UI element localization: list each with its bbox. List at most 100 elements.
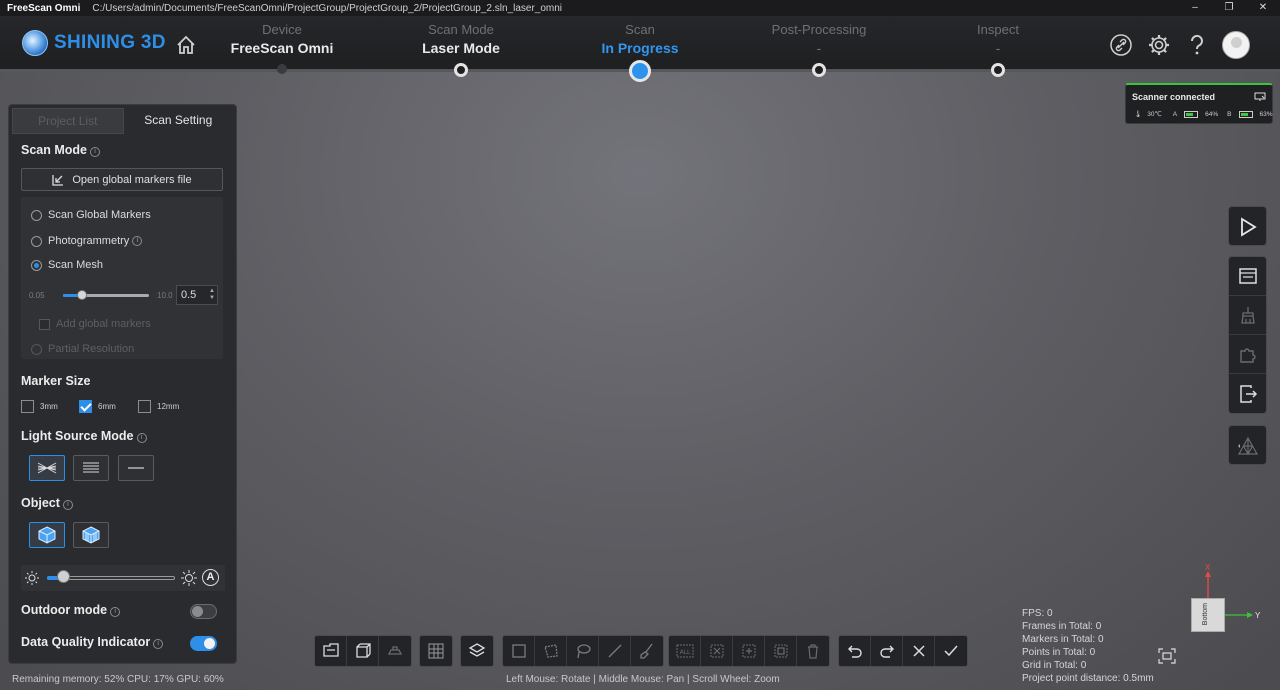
info-icon[interactable]: i xyxy=(62,500,73,510)
fit-screen-icon xyxy=(1158,648,1176,664)
resolution-input[interactable]: 0.5 ▲ ▼ xyxy=(176,285,218,305)
battery-a-icon xyxy=(1184,110,1199,118)
deselect-button[interactable] xyxy=(701,636,733,666)
open-file-button[interactable] xyxy=(315,636,347,666)
scan-window-button[interactable] xyxy=(1229,257,1266,296)
polygon-select-button[interactable] xyxy=(535,636,567,666)
lasso-select-button[interactable] xyxy=(567,636,599,666)
user-avatar[interactable] xyxy=(1222,31,1250,59)
restore-button[interactable]: ❐ xyxy=(1212,0,1246,16)
connected-select-button[interactable] xyxy=(765,636,797,666)
scanner-status-card: Scanner connected 🌡 30℃ A 64% B 63% xyxy=(1125,83,1273,124)
select-all-button[interactable]: ALL xyxy=(669,636,701,666)
radio-scan-global-markers[interactable]: Scan Global Markers xyxy=(31,209,151,221)
bottom-grid-tools xyxy=(419,635,453,667)
add-global-markers-checkbox[interactable]: Add global markers xyxy=(39,318,151,330)
marker-size-3mm-checkbox[interactable]: 3mm xyxy=(21,400,58,413)
light-parallel-lines-button[interactable] xyxy=(73,455,109,481)
help-icon[interactable] xyxy=(1184,32,1210,58)
cancel-button[interactable] xyxy=(903,636,935,666)
close-button[interactable]: ✕ xyxy=(1246,0,1280,16)
turntable-button[interactable] xyxy=(379,636,411,666)
data-quality-label: Data Quality Indicator xyxy=(21,635,151,649)
plugin-button[interactable] xyxy=(1229,335,1266,374)
confirm-button[interactable] xyxy=(935,636,967,666)
bottom-layer-tools xyxy=(460,635,494,667)
checkbox-box-checked xyxy=(79,400,92,413)
radio-scan-mesh[interactable]: Scan Mesh xyxy=(31,259,103,271)
brush-select-button[interactable] xyxy=(631,636,663,666)
marker-size-heading: Marker Size xyxy=(21,374,91,388)
axis-x-label: X xyxy=(1205,563,1211,572)
outdoor-mode-toggle[interactable] xyxy=(190,604,217,619)
resolution-value: 0.5 xyxy=(181,289,197,301)
marker-size-12mm-checkbox[interactable]: 12mm xyxy=(138,400,179,413)
auto-brightness-button[interactable]: A xyxy=(202,569,219,586)
minimize-button[interactable]: – xyxy=(1178,0,1212,16)
line-icon xyxy=(608,644,621,658)
radio-photogrammetry[interactable]: Photogrammetry i xyxy=(31,235,143,247)
undo-button[interactable] xyxy=(839,636,871,666)
light-cross-lines-button[interactable] xyxy=(29,455,65,481)
object-reflective-button[interactable] xyxy=(73,522,109,548)
panel-tabs: Project List Scan Setting xyxy=(12,108,233,134)
marker-size-6mm-checkbox[interactable]: 6mm xyxy=(79,400,116,413)
light-single-line-button[interactable] xyxy=(118,455,154,481)
mesh-view-button[interactable] xyxy=(1229,426,1266,465)
tab-project-list[interactable]: Project List xyxy=(12,108,124,134)
step-scan-value: In Progress xyxy=(601,40,679,56)
clean-button[interactable] xyxy=(1229,296,1266,335)
trash-icon xyxy=(808,644,818,659)
scan-tools-toolbar xyxy=(1228,256,1267,414)
radio-partial-resolution[interactable]: Partial Resolution xyxy=(31,343,134,355)
home-icon[interactable] xyxy=(175,34,197,56)
lasso-icon xyxy=(576,644,591,659)
window-app-name: FreeScan Omni xyxy=(7,2,81,14)
brightness-slider-handle[interactable] xyxy=(57,570,70,583)
play-button[interactable] xyxy=(1229,207,1266,246)
step-inspect[interactable]: Inspect - xyxy=(918,22,1078,56)
light-source-heading: Light Source Mode i xyxy=(21,429,147,443)
view-cube[interactable]: Bottom xyxy=(1191,598,1225,632)
step-scan[interactable]: Scan In Progress xyxy=(560,22,720,56)
gear-icon[interactable] xyxy=(1146,32,1172,58)
view-toolbar xyxy=(1228,425,1267,465)
fit-view-button[interactable] xyxy=(1158,648,1176,664)
info-icon[interactable]: i xyxy=(132,236,143,246)
frames-stat: Frames in Total: 0 xyxy=(1022,621,1102,632)
brand-logo: SHINING 3D xyxy=(22,30,166,56)
delete-selection-button[interactable] xyxy=(797,636,829,666)
step-inspect-marker xyxy=(991,63,1005,77)
scanner-device-icon[interactable] xyxy=(1254,92,1266,102)
info-icon[interactable]: i xyxy=(110,607,121,617)
open-global-markers-button[interactable]: Open global markers file xyxy=(21,168,223,191)
info-icon[interactable]: i xyxy=(153,639,164,649)
fps-stat: FPS: 0 xyxy=(1022,608,1053,619)
invert-selection-button[interactable] xyxy=(733,636,765,666)
step-device[interactable]: Device FreeScan Omni xyxy=(202,22,362,56)
bounding-box-button[interactable] xyxy=(347,636,379,666)
line-select-button[interactable] xyxy=(599,636,631,666)
info-icon[interactable]: i xyxy=(136,433,147,443)
info-icon[interactable]: i xyxy=(90,147,100,157)
object-normal-button[interactable] xyxy=(29,522,65,548)
step-post-processing[interactable]: Post-Processing - xyxy=(739,22,899,56)
export-button[interactable] xyxy=(1229,374,1266,413)
resolution-slider-handle[interactable] xyxy=(77,290,87,300)
step-device-title: Device xyxy=(262,22,302,37)
step-scan-mode[interactable]: Scan Mode Laser Mode xyxy=(381,22,541,56)
grid-button[interactable] xyxy=(420,636,452,666)
invert-selection-icon xyxy=(742,644,755,658)
layers-button[interactable] xyxy=(461,636,493,666)
toggle-knob xyxy=(192,606,203,617)
rect-select-button[interactable] xyxy=(503,636,535,666)
step-post-processing-marker xyxy=(812,63,826,77)
tab-scan-setting[interactable]: Scan Setting xyxy=(124,108,234,134)
data-quality-toggle[interactable] xyxy=(190,636,217,651)
spinner-arrows-icon[interactable]: ▲ ▼ xyxy=(209,288,215,302)
redo-button[interactable] xyxy=(871,636,903,666)
step-scan-title: Scan xyxy=(625,22,655,37)
orientation-gizmo[interactable]: X Y Bottom xyxy=(1185,563,1265,640)
export-icon xyxy=(1239,384,1257,403)
link-icon[interactable] xyxy=(1108,32,1134,58)
